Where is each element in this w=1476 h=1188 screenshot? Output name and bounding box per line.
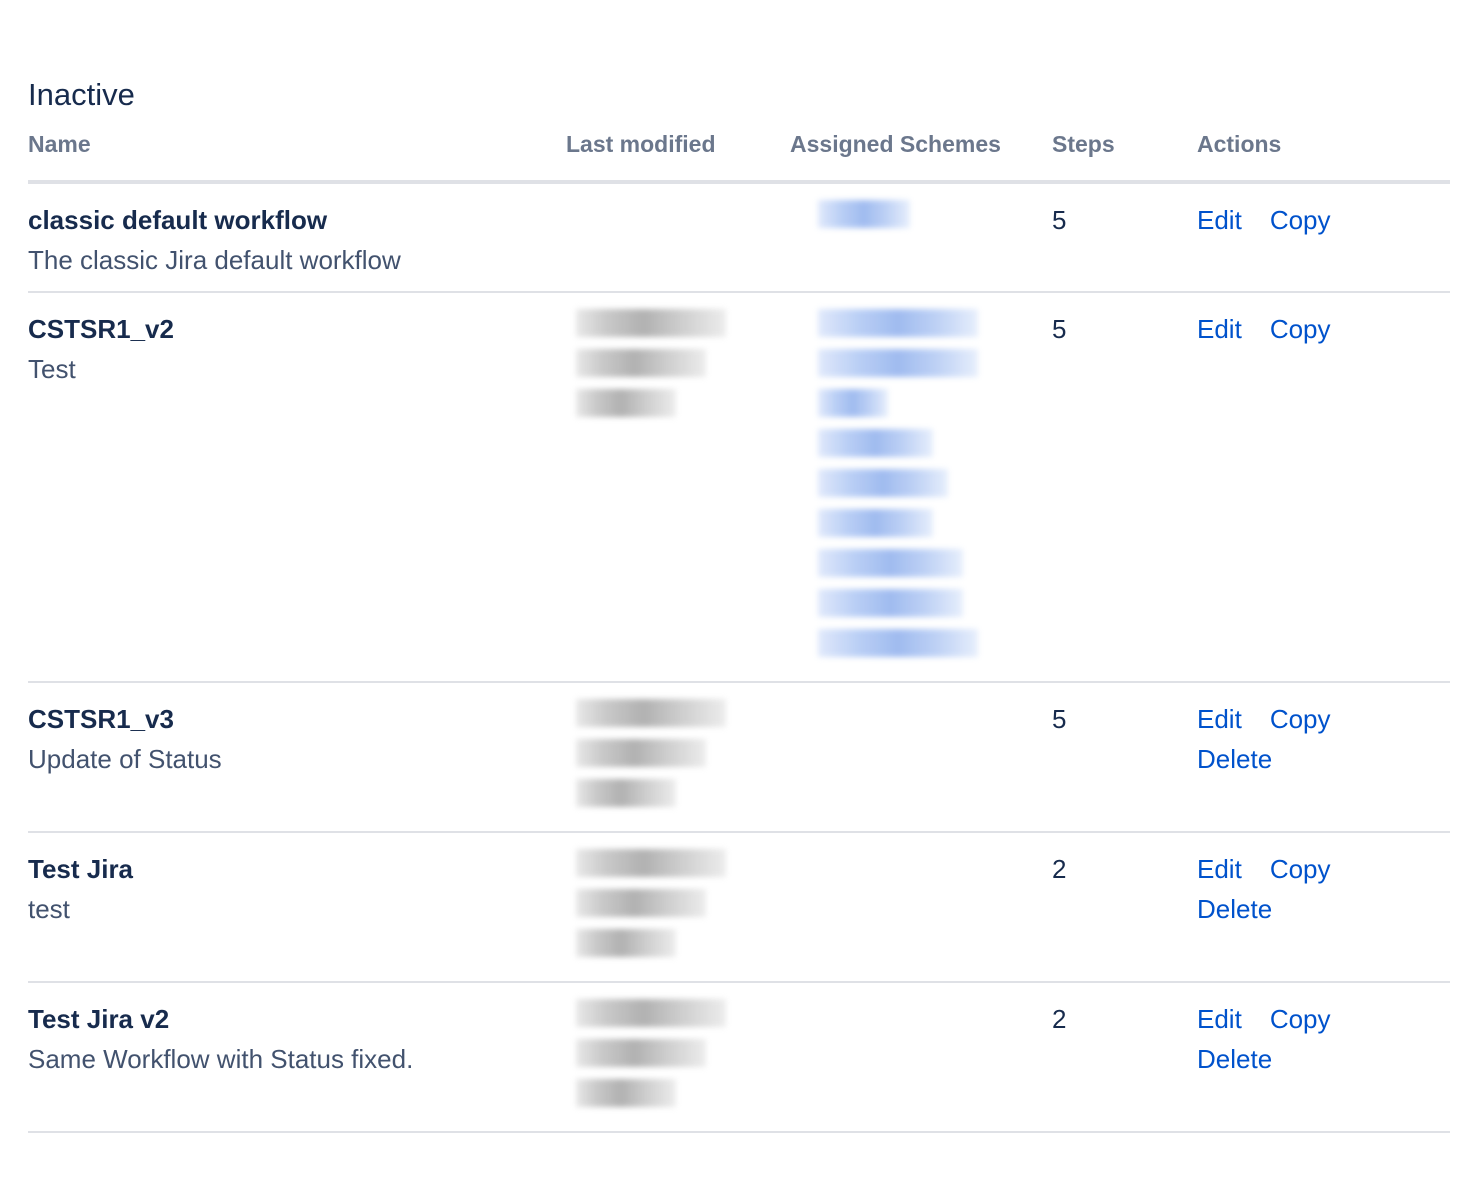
delete-link[interactable]: Delete (1197, 739, 1272, 779)
delete-link[interactable]: Delete (1197, 1039, 1272, 1079)
redacted-scheme-list (818, 309, 1052, 657)
last-modified-cell (566, 832, 790, 983)
section-title: Inactive (28, 76, 135, 112)
actions-cell: Edit Copy (1197, 292, 1450, 683)
column-header-last-modified: Last modified (566, 122, 790, 184)
table-row: CSTSR1_v2 Test 5 Edit Copy (28, 292, 1450, 683)
table-header-row: Name Last modified Assigned Schemes Step… (28, 122, 1450, 184)
column-header-name: Name (28, 122, 566, 184)
column-header-steps: Steps (1052, 122, 1197, 184)
last-modified-cell (566, 182, 790, 293)
edit-link[interactable]: Edit (1197, 200, 1242, 240)
table-row: Test Jira test 2 Edit CopyDelete (28, 832, 1450, 983)
edit-link[interactable]: Edit (1197, 999, 1242, 1039)
copy-link[interactable]: Copy (1270, 309, 1331, 349)
redacted-last-modified (576, 849, 790, 957)
copy-link[interactable]: Copy (1270, 999, 1331, 1039)
table-row: classic default workflow The classic Jir… (28, 182, 1450, 293)
assigned-schemes-cell (790, 292, 1052, 683)
table-row: CSTSR1_v3 Update of Status 5 Edit CopyDel… (28, 682, 1450, 833)
steps-count: 2 (1052, 982, 1197, 1133)
workflow-name: CSTSR1_v2 (28, 314, 174, 344)
edit-link[interactable]: Edit (1197, 699, 1242, 739)
workflow-name: Test Jira (28, 854, 134, 884)
redacted-scheme-list (818, 200, 1052, 228)
edit-link[interactable]: Edit (1197, 309, 1242, 349)
actions-cell: Edit CopyDelete (1197, 682, 1450, 833)
workflow-description: Same Workflow with Status fixed. (28, 1044, 414, 1074)
assigned-schemes-cell (790, 982, 1052, 1133)
actions-cell: Edit CopyDelete (1197, 832, 1450, 983)
assigned-schemes-cell (790, 682, 1052, 833)
edit-link[interactable]: Edit (1197, 849, 1242, 889)
delete-link[interactable]: Delete (1197, 889, 1272, 929)
steps-count: 2 (1052, 832, 1197, 983)
workflows-table: Name Last modified Assigned Schemes Step… (28, 122, 1450, 1133)
workflow-name: classic default workflow (28, 205, 328, 235)
workflow-description: test (28, 894, 70, 924)
column-header-actions: Actions (1197, 122, 1450, 184)
copy-link[interactable]: Copy (1270, 200, 1331, 240)
workflow-description: Update of Status (28, 744, 222, 774)
redacted-last-modified (576, 309, 790, 417)
steps-count: 5 (1052, 292, 1197, 683)
actions-cell: Edit Copy (1197, 182, 1450, 293)
workflow-description: Test (28, 354, 76, 384)
last-modified-cell (566, 682, 790, 833)
workflow-description: The classic Jira default workflow (28, 245, 401, 275)
workflow-name-cell: Test Jira test (28, 832, 566, 983)
copy-link[interactable]: Copy (1270, 699, 1331, 739)
table-row: Test Jira v2 Same Workflow with Status f… (28, 982, 1450, 1133)
assigned-schemes-cell (790, 182, 1052, 293)
workflow-name-cell: Test Jira v2 Same Workflow with Status f… (28, 982, 566, 1133)
workflow-name-cell: CSTSR1_v2 Test (28, 292, 566, 683)
assigned-schemes-cell (790, 832, 1052, 983)
workflow-name-cell: CSTSR1_v3 Update of Status (28, 682, 566, 833)
copy-link[interactable]: Copy (1270, 849, 1331, 889)
workflow-name: Test Jira v2 (28, 1004, 170, 1034)
last-modified-cell (566, 292, 790, 683)
redacted-last-modified (576, 699, 790, 807)
last-modified-cell (566, 982, 790, 1133)
redacted-last-modified (576, 999, 790, 1107)
actions-cell: Edit CopyDelete (1197, 982, 1450, 1133)
workflow-name-cell: classic default workflow The classic Jir… (28, 182, 566, 293)
column-header-assigned-schemes: Assigned Schemes (790, 122, 1052, 184)
steps-count: 5 (1052, 682, 1197, 833)
steps-count: 5 (1052, 182, 1197, 293)
workflow-name: CSTSR1_v3 (28, 704, 174, 734)
